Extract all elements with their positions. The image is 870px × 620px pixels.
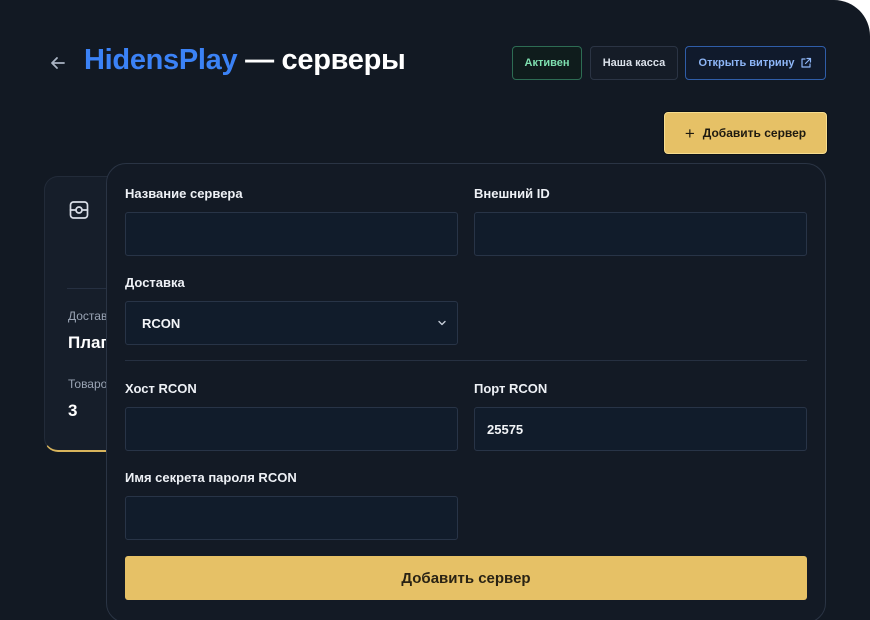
servers-page: HidensPlay — серверы Активен Наша касса …: [0, 0, 870, 620]
server-name-input[interactable]: [125, 212, 458, 256]
delivery-label: Достав: [68, 309, 108, 323]
status-badge: Активен: [512, 46, 582, 80]
submit-add-server-button[interactable]: Добавить сервер: [125, 556, 807, 600]
server-name-label: Название сервера: [125, 186, 243, 201]
form-divider: [125, 360, 807, 361]
open-store-button[interactable]: Открыть витрину: [685, 46, 826, 80]
chevron-down-icon: [438, 320, 446, 326]
arrow-left-icon[interactable]: [48, 53, 68, 73]
checkout-button[interactable]: Наша касса: [590, 46, 678, 80]
rcon-host-input[interactable]: [125, 407, 458, 451]
add-server-label: Добавить сервер: [702, 126, 807, 140]
rcon-port-input[interactable]: 25575: [474, 407, 807, 451]
server-icon: [69, 201, 89, 219]
add-server-form: Название сервера Внешний ID Доставка RCO…: [106, 163, 826, 620]
brand-name: HidensPlay: [84, 44, 238, 76]
page-title-suffix: — серверы: [237, 44, 406, 76]
add-server-button[interactable]: + Добавить сервер: [664, 112, 827, 154]
rcon-secret-label: Имя секрета пароля RCON: [125, 470, 297, 485]
delivery-value: Плаг: [68, 333, 108, 352]
external-id-label: Внешний ID: [474, 186, 550, 201]
rcon-port-label: Порт RCON: [474, 381, 548, 396]
products-label: Товаро: [68, 377, 108, 391]
delivery-select[interactable]: RCON: [125, 301, 458, 345]
open-store-label: Открыть витрину: [698, 57, 795, 69]
delivery-label: Доставка: [125, 275, 185, 290]
plus-icon: +: [684, 123, 695, 143]
page-title: HidensPlay — серверы: [84, 44, 406, 77]
rcon-secret-input[interactable]: [125, 496, 458, 540]
external-link-icon: [801, 57, 812, 68]
products-count: 3: [68, 401, 78, 420]
rcon-host-label: Хост RCON: [125, 381, 197, 396]
external-id-input[interactable]: [474, 212, 807, 256]
delivery-selected-value: RCON: [142, 315, 181, 331]
